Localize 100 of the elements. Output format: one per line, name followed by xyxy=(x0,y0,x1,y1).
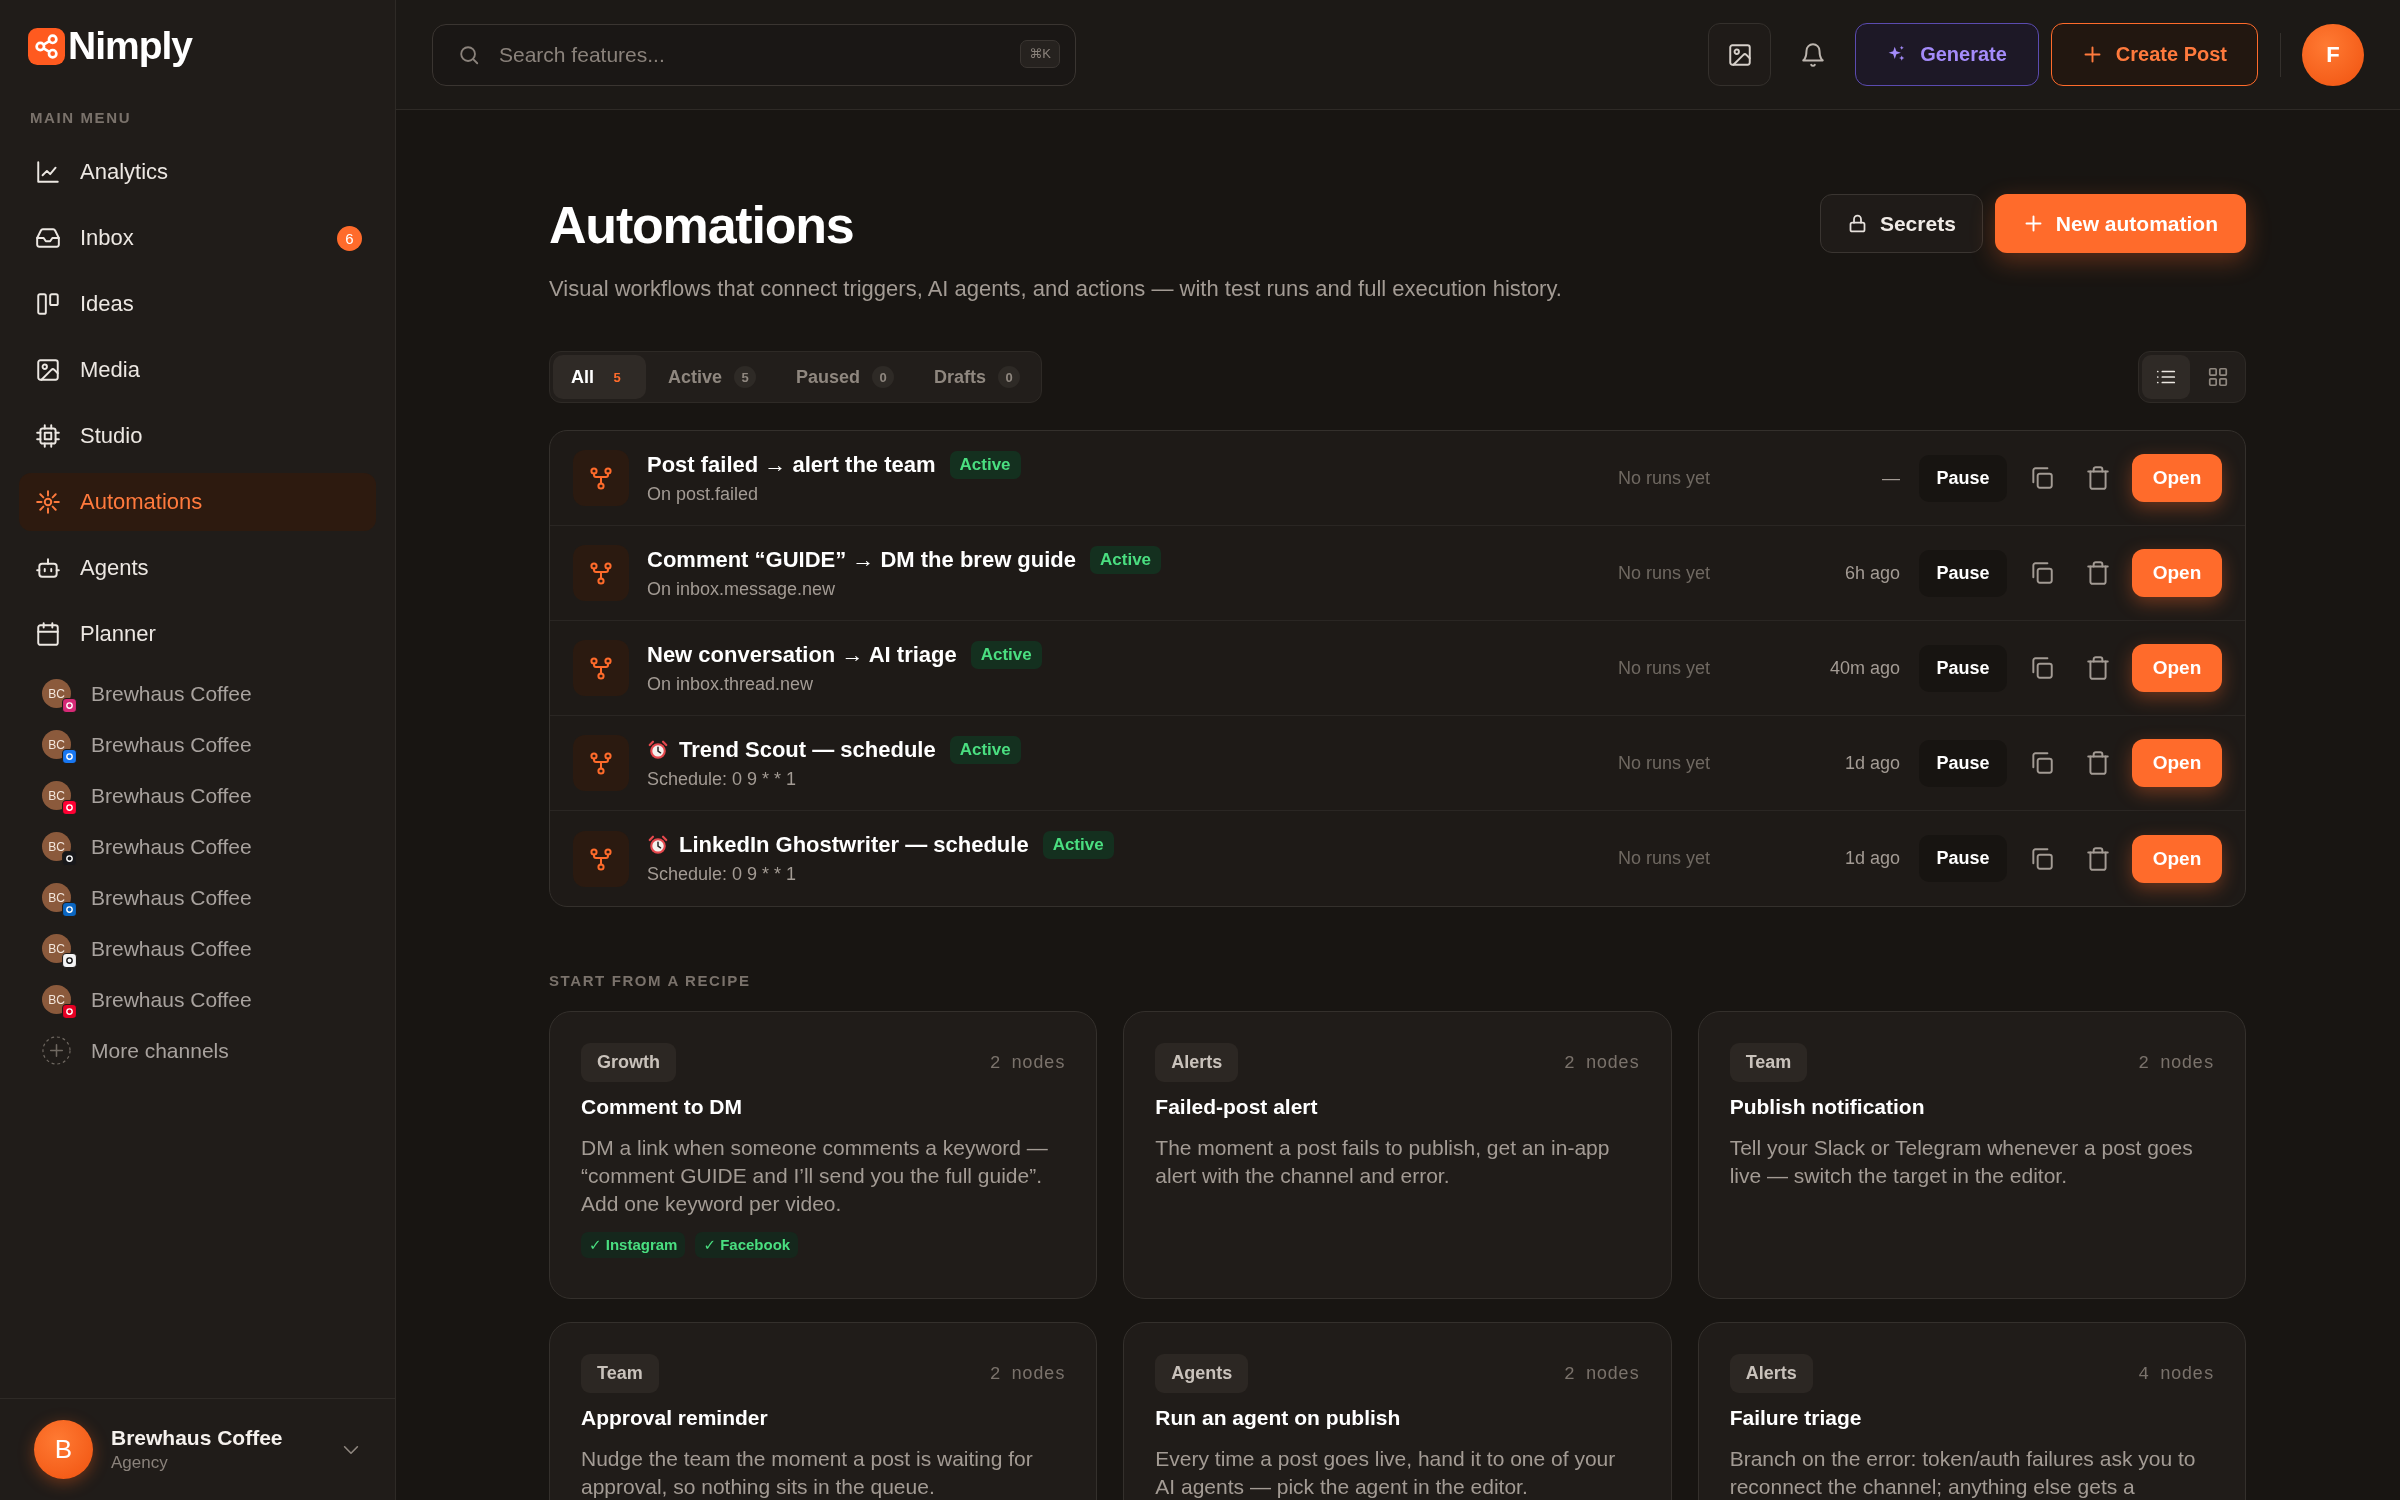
run-status: No runs yet xyxy=(1618,467,1712,489)
tab-count: 0 xyxy=(998,366,1021,388)
channel-name[interactable]: Brewhaus Coffee xyxy=(91,936,252,961)
automation-title[interactable]: Post failed → alert the team xyxy=(647,450,936,479)
automation-title[interactable]: Comment “GUIDE” → DM the brew guide xyxy=(647,545,1077,574)
trash-icon[interactable] xyxy=(2085,845,2111,872)
logo-icon xyxy=(28,27,65,65)
recipe-description: Nudge the team the moment a post is waiting for approval, so nothing sits in the queue. xyxy=(581,1446,1034,1500)
workflow-icon xyxy=(573,450,629,506)
automation-title[interactable]: New conversation → AI triage xyxy=(647,640,957,669)
tab-count: 0 xyxy=(872,366,895,388)
trash-icon[interactable] xyxy=(2085,560,2111,586)
menu-item[interactable]: Automations xyxy=(19,473,376,531)
copy-icon[interactable] xyxy=(2029,465,2055,491)
section-label: MAIN MENU xyxy=(29,109,133,127)
menu-item[interactable]: Analytics xyxy=(19,143,376,201)
recipe-title: Comment to DM xyxy=(581,1094,742,1120)
recipe-card[interactable]: Agents 2 nodes Run an agent on publish Every time a post goes live, hand it to one of your AI agents — pick the agent in the editor. xyxy=(1123,1322,1672,1500)
logo-wordmark: Nimply xyxy=(68,26,193,66)
recipe-card[interactable]: Team 2 nodes Publish notification Tell your Slack or Telegram whenever a post goes live — switch the target in the editor. xyxy=(1697,1011,2246,1299)
section-label: START FROM A RECIPE xyxy=(549,971,752,991)
recipe-title: Failure triage xyxy=(1729,1405,1862,1431)
recipe-description: Every time a post goes live, hand it to one of your AI agents — pick the agent in the editor. xyxy=(1155,1446,1617,1500)
recipe-description: The moment a post fails to publish, get an in-app alert with the channel and error. xyxy=(1155,1135,1611,1189)
page-title: Automations xyxy=(549,195,854,256)
alarm-clock-icon xyxy=(647,738,669,761)
menu-item[interactable]: Agents xyxy=(19,539,376,597)
recipe-card[interactable]: Alerts 2 nodes Failed-post alert The moment a post fails to publish, get an in-app alert with the channel and error. xyxy=(1123,1011,1672,1299)
pause-button[interactable]: Pause xyxy=(1919,835,2007,882)
inbox-tray-icon xyxy=(35,225,61,251)
bell-icon[interactable] xyxy=(1800,41,1827,68)
automation-title[interactable]: LinkedIn Ghostwriter — schedule xyxy=(679,831,1029,859)
category-tag: Agents xyxy=(1155,1354,1249,1393)
automation-title[interactable]: Trend Scout — schedule xyxy=(679,735,936,764)
status-badge: Active xyxy=(949,735,1021,764)
trash-icon[interactable] xyxy=(2085,655,2111,681)
status-badge: Active xyxy=(1042,831,1114,859)
trash-icon[interactable] xyxy=(2085,750,2111,776)
copy-icon[interactable] xyxy=(2029,845,2055,872)
filter-tab[interactable]: Active 5 xyxy=(650,355,775,399)
recipe-card[interactable]: Alerts 4 nodes Failure triage Branch on the error: token/auth failures ask you to reconnect the channel; anything else gets a xyxy=(1697,1322,2246,1500)
more-channels-link[interactable]: More channels xyxy=(91,1038,229,1063)
node-count: 2 nodes xyxy=(989,1363,1066,1384)
copy-icon[interactable] xyxy=(2029,655,2055,681)
recipe-card[interactable]: Team 2 nodes Approval reminder Nudge the team the moment a post is waiting for approval, so nothing sits in the queue. xyxy=(549,1322,1098,1500)
count-badge: 6 xyxy=(337,225,362,251)
run-status: No runs yet xyxy=(1618,752,1712,774)
run-status: No runs yet xyxy=(1618,562,1712,584)
recipe-description: Branch on the error: token/auth failures ask you to reconnect the channel; anything else gets a xyxy=(1729,1446,2197,1500)
channel-name[interactable]: Brewhaus Coffee xyxy=(91,987,252,1012)
create-post-button[interactable]: Create Post xyxy=(2050,23,2258,86)
copy-icon[interactable] xyxy=(2029,560,2055,586)
status-badge: Active xyxy=(1090,545,1162,574)
menu-item[interactable]: Planner xyxy=(19,605,376,663)
filter-tab[interactable]: Paused 0 xyxy=(778,355,913,399)
menu-item[interactable]: Studio xyxy=(19,407,376,465)
category-tag: Team xyxy=(1729,1043,1808,1082)
add-circle-icon[interactable] xyxy=(42,1036,71,1065)
pause-button[interactable]: Pause xyxy=(1919,454,2007,502)
secrets-button[interactable]: Secrets xyxy=(1819,194,1983,253)
channel-name[interactable]: Brewhaus Coffee xyxy=(91,783,252,808)
run-status: No runs yet xyxy=(1618,848,1712,869)
media-button[interactable] xyxy=(1708,23,1772,86)
chevron-down-icon[interactable] xyxy=(343,1444,359,1455)
sun-icon xyxy=(35,489,61,515)
menu-item[interactable]: Media xyxy=(19,341,376,399)
last-updated: — xyxy=(1882,467,1900,489)
trash-icon[interactable] xyxy=(2085,465,2111,491)
channel-name[interactable]: Brewhaus Coffee xyxy=(91,885,252,910)
channel-name[interactable]: Brewhaus Coffee xyxy=(91,834,252,859)
pause-button[interactable]: Pause xyxy=(1919,644,2007,692)
workflow-icon xyxy=(573,735,629,791)
pause-button[interactable]: Pause xyxy=(1919,549,2007,597)
alarm-clock-icon xyxy=(647,834,669,856)
generate-button[interactable]: Generate xyxy=(1855,23,2039,86)
node-count: 2 nodes xyxy=(1564,1052,1640,1073)
menu-item[interactable]: Ideas xyxy=(19,275,376,333)
last-updated: 1d ago xyxy=(1844,848,1900,869)
chip-icon xyxy=(35,423,61,449)
filter-tab[interactable]: All 5 xyxy=(553,355,646,399)
workflow-icon xyxy=(573,830,629,887)
channel-name[interactable]: Brewhaus Coffee xyxy=(91,732,252,757)
channel-name[interactable]: Brewhaus Coffee xyxy=(91,681,252,706)
workflow-icon xyxy=(573,640,629,696)
automation-trigger: On inbox.thread.new xyxy=(647,672,815,696)
automation-trigger: Schedule: 0 9 * * 1 xyxy=(647,767,798,791)
tab-count: 5 xyxy=(734,366,757,388)
search-icon xyxy=(458,43,480,66)
category-tag: Team xyxy=(581,1354,659,1393)
copy-icon[interactable] xyxy=(2029,750,2055,776)
filter-tab[interactable]: Drafts 0 xyxy=(916,355,1039,399)
account-role: Agency xyxy=(111,1453,169,1473)
recipe-card[interactable]: Growth 2 nodes Comment to DM DM a link when someone comments a keyword — “comment GUIDE and I’ll send you the full guide”. Add one keyword per video. ✓ Instagram ✓ Facebook xyxy=(549,1011,1098,1299)
recipe-title: Failed-post alert xyxy=(1155,1094,1318,1120)
list-view-button[interactable] xyxy=(2142,355,2190,399)
pause-button[interactable]: Pause xyxy=(1919,739,2007,787)
run-status: No runs yet xyxy=(1618,657,1712,679)
recipe-title: Publish notification xyxy=(1729,1094,1925,1120)
last-updated: 1d ago xyxy=(1844,752,1900,774)
menu-item[interactable]: Inbox 6 xyxy=(19,209,376,267)
